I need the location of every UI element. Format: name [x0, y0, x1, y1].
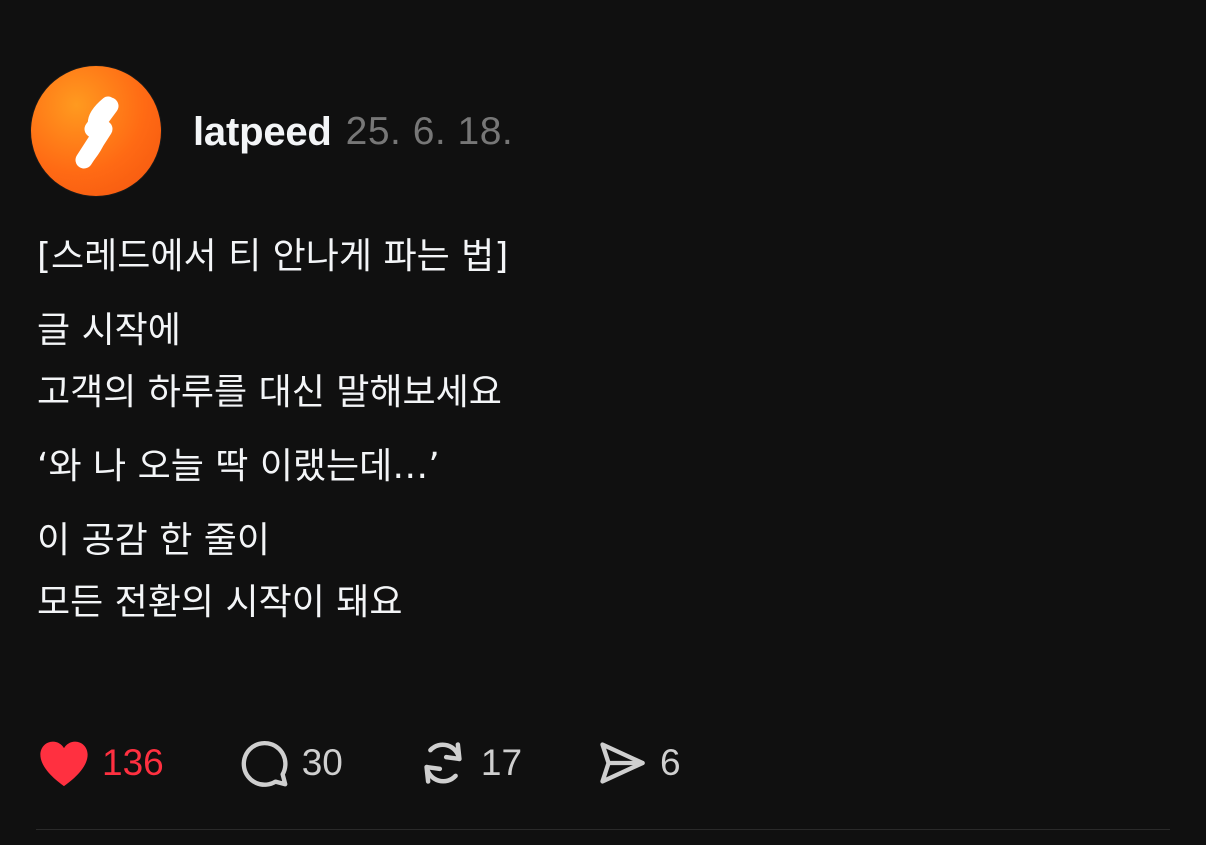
post-text: [스레드에서 티 안나게 파는 법] 글 시작에 고객의 하루를 대신 말해보세… — [37, 226, 1157, 646]
comment-count: 30 — [301, 742, 343, 783]
post-header: latpeed 25. 6. 18. — [193, 104, 513, 160]
post-paragraph: 글 시작에 고객의 하루를 대신 말해보세요 — [37, 300, 1157, 424]
post-text-line: 글 시작에 — [37, 310, 181, 351]
repost-button[interactable]: 17 — [415, 735, 522, 791]
username[interactable]: latpeed — [193, 110, 332, 155]
comment-button[interactable]: 30 — [236, 735, 343, 791]
comment-bubble-icon — [236, 735, 292, 791]
post-text-line: 모든 전환의 시작이 돼요 — [37, 582, 403, 623]
post-text-line: 이 공감 한 줄이 — [37, 520, 271, 561]
share-button[interactable]: 6 — [594, 735, 681, 791]
repost-icon — [415, 735, 471, 791]
post-timestamp[interactable]: 25. 6. 18. — [346, 110, 514, 154]
post-paragraph: ‘와 나 오늘 딱 이랬는데…’ — [37, 436, 1157, 498]
avatar[interactable] — [31, 66, 161, 196]
send-icon — [594, 735, 650, 791]
like-button[interactable]: 136 — [36, 735, 164, 791]
latpeed-logo-icon — [75, 96, 119, 169]
like-count: 136 — [102, 742, 164, 783]
heart-icon — [36, 735, 92, 791]
repost-count: 17 — [480, 742, 523, 783]
share-count: 6 — [660, 742, 681, 783]
post-text-line: ‘와 나 오늘 딱 이랬는데…’ — [37, 446, 440, 487]
post-paragraph: 이 공감 한 줄이 모든 전환의 시작이 돼요 — [37, 510, 1157, 634]
post-actions: 136 30 17 6 — [36, 734, 681, 792]
post-paragraph: [스레드에서 티 안나게 파는 법] — [37, 226, 1157, 288]
divider — [36, 829, 1170, 830]
post-text-line: 고객의 하루를 대신 말해보세요 — [37, 372, 502, 413]
post-title-line: [스레드에서 티 안나게 파는 법] — [37, 236, 509, 277]
